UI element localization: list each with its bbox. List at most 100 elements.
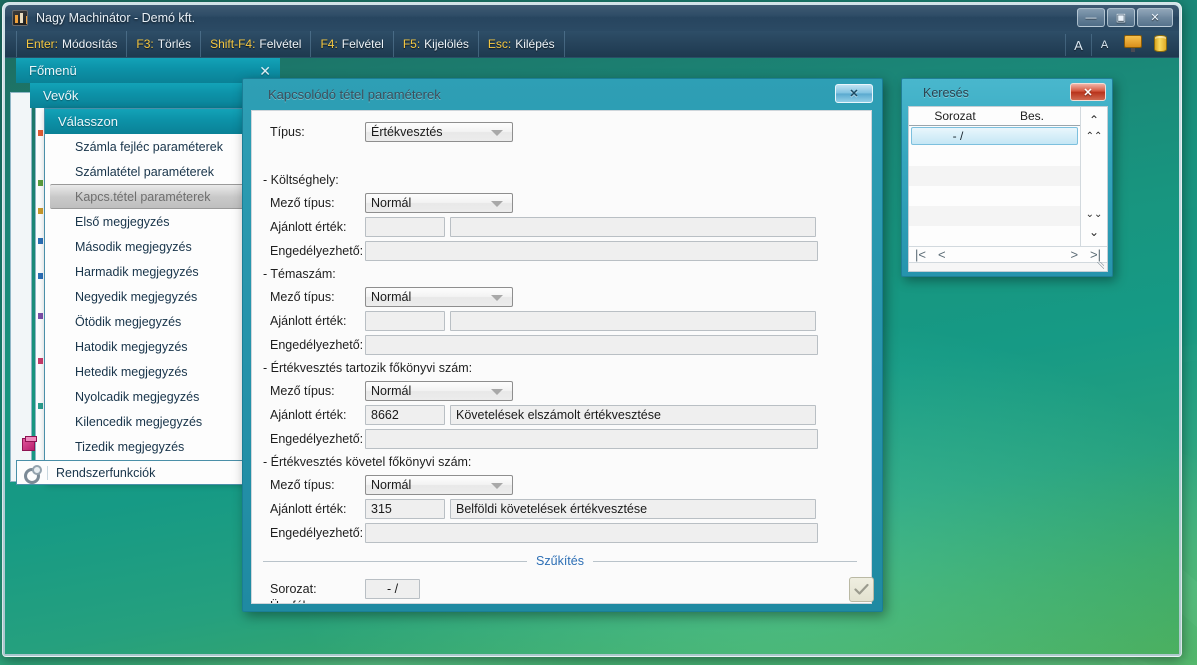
chevron-down-icon [491,389,503,395]
section-heading-temaszam: - Témaszám: [263,267,336,281]
label-mezo-tipus-0: Mező típus: [270,196,335,210]
scroll-bottom-icon[interactable]: ⌄ [1083,223,1105,240]
nav-prev-button[interactable]: < [938,247,946,262]
label-tipus: Típus: [270,125,305,139]
label-sorozat: Sorozat: [270,582,317,596]
grid-row-empty[interactable] [909,186,1080,206]
combo-tipus[interactable]: Értékvesztés [365,122,513,142]
combo-tipus-value: Értékvesztés [371,125,443,139]
scroll-page-up-icon[interactable]: ⌃⌃ [1083,128,1105,145]
window-controls: — ▣ ✕ [1077,8,1173,27]
grid-row-empty[interactable] [909,146,1080,166]
fkey-label: Felvétel [341,37,384,51]
cube-icon [21,436,37,451]
grid-row-empty[interactable] [909,226,1080,246]
database-icon[interactable] [1151,35,1171,53]
label-engedelyezheto-3: Engedélyezhető: [270,526,364,540]
label-ugyfel-besorolas: Ügyfél besorolás: [252,599,365,603]
fkey-shiftf4-felvetel[interactable]: Shift-F4: Felvétel [201,31,312,57]
search-close-button[interactable]: ✕ [1070,83,1106,101]
maximize-button[interactable]: ▣ [1107,8,1135,27]
search-panel-kereses: Keresés ✕ Sorozat Bes. - / ⌃ ⌃⌃ ⌄⌄ ⌄ |< … [901,78,1113,277]
fkey-f5-kijeloles[interactable]: F5: Kijelölés [394,31,479,57]
dialog-body: Típus: Értékvesztés - Költséghely: Mező … [251,110,872,604]
input-engedelyezheto-3[interactable] [365,523,818,543]
nav-next-button[interactable]: > [1070,247,1078,262]
toolbar-right-group: A A [1065,31,1179,57]
menu-title: Vevők [43,88,79,103]
column-header-sorozat[interactable]: Sorozat [909,109,1001,123]
resize-grip-icon[interactable] [909,262,1107,271]
label-ajanlott-ertek-3: Ajánlott érték: [270,502,347,516]
fkey-code: F4: [320,37,338,51]
input-ajanlott-kod-3[interactable]: 315 [365,499,445,519]
font-decrease-button[interactable]: A [1091,34,1117,56]
fkey-esc-kilepes[interactable]: Esc: Kilépés [479,31,565,57]
label-mezo-tipus-1: Mező típus: [270,290,335,304]
chevron-down-icon [491,130,503,136]
fkey-code: F5: [402,37,421,51]
input-engedelyezheto-0[interactable] [365,241,818,261]
grid-row[interactable]: - / [911,127,1078,145]
dialog-kapcsolodo-tetel: Kapcsolódó tétel paraméterek ✕ Típus: Ér… [242,78,883,612]
nav-first-button[interactable]: |< [915,247,926,262]
grid-navigation: |< < > >| [909,246,1107,262]
nav-last-button[interactable]: >| [1090,247,1101,262]
label-engedelyezheto-1: Engedélyezhető: [270,338,364,352]
search-grid-area: Sorozat Bes. - / ⌃ ⌃⌃ ⌄⌄ ⌄ [909,107,1107,246]
confirm-button[interactable] [849,577,874,602]
client-area: Főmenü ✕ Vevők ✕ Válasszon ✕ Számla fejl… [5,58,1179,654]
scroll-page-down-icon[interactable]: ⌄⌄ [1083,206,1105,223]
column-header-bes[interactable]: Bes. [1001,109,1063,123]
input-ajanlott-nev-2[interactable]: Követelések elszámolt értékvesztése [450,405,816,425]
fkey-enter-modositas[interactable]: Enter: Módosítás [16,31,128,57]
fkey-label: Módosítás [62,37,118,51]
fkey-label: Kijelölés [424,37,469,51]
combo-mezo-tipus-1[interactable]: Normál [365,287,513,307]
section-heading-ertekvesztes-tartozik: - Értékvesztés tartozik főkönyvi szám: [263,361,473,375]
menu-header-fomenu[interactable]: Főmenü ✕ [16,58,280,83]
monitor-icon[interactable] [1124,35,1144,53]
dialog-title: Kapcsolódó tétel paraméterek [268,87,441,102]
fkey-code: Esc: [487,37,512,51]
input-ajanlott-kod-0[interactable] [365,217,445,237]
label-mezo-tipus-2: Mező típus: [270,384,335,398]
combo-mezo-tipus-3[interactable]: Normál [365,475,513,495]
divider-line-left [263,560,528,562]
minimize-button[interactable]: — [1077,8,1105,27]
sidebar-item-rendszerfunkciok[interactable]: Rendszerfunkciók [16,460,255,485]
sysfunc-label: Rendszerfunkciók [47,465,155,480]
font-increase-button[interactable]: A [1065,34,1091,56]
label-engedelyezheto-0: Engedélyezhető: [270,244,364,258]
combo-mezo-tipus-2[interactable]: Normál [365,381,513,401]
chevron-down-icon [491,295,503,301]
grid-row-empty[interactable] [909,206,1080,226]
combo-value: Normál [371,478,412,492]
input-sorozat[interactable]: - / [365,579,420,599]
input-ajanlott-kod-2[interactable]: 8662 [365,405,445,425]
grid-row-empty[interactable] [909,166,1080,186]
menu-close-icon[interactable]: ✕ [259,64,271,78]
divider-label: Szűkítés [536,554,584,568]
close-button[interactable]: ✕ [1137,8,1173,27]
chevron-down-icon [491,483,503,489]
input-ajanlott-nev-0[interactable] [450,217,816,237]
fkey-f3-torles[interactable]: F3: Törlés [127,31,202,57]
menu-item-kapcs-tetel[interactable]: Kapcs.tétel paraméterek [50,184,274,209]
input-ajanlott-kod-1[interactable] [365,311,445,331]
function-key-toolbar: Enter: Módosítás F3: Törlés Shift-F4: Fe… [5,31,1179,58]
fkey-label: Törlés [157,37,192,51]
combo-mezo-tipus-0[interactable]: Normál [365,193,513,213]
input-ugyfel-besorolas[interactable] [365,603,420,604]
input-engedelyezheto-1[interactable] [365,335,818,355]
input-ajanlott-nev-1[interactable] [450,311,816,331]
label-mezo-tipus-3: Mező típus: [270,478,335,492]
dialog-close-button[interactable]: ✕ [835,84,873,103]
input-ajanlott-nev-3[interactable]: Belföldi követelések értékvesztése [450,499,816,519]
menu-title: Főmenü [29,63,77,78]
fkey-f4-felvetel[interactable]: F4: Felvétel [311,31,394,57]
input-engedelyezheto-2[interactable] [365,429,818,449]
application-window: Nagy Machinátor - Demó kft. — ▣ ✕ Enter:… [2,2,1182,657]
window-title: Nagy Machinátor - Demó kft. [36,11,196,25]
scroll-top-icon[interactable]: ⌃ [1083,111,1105,128]
